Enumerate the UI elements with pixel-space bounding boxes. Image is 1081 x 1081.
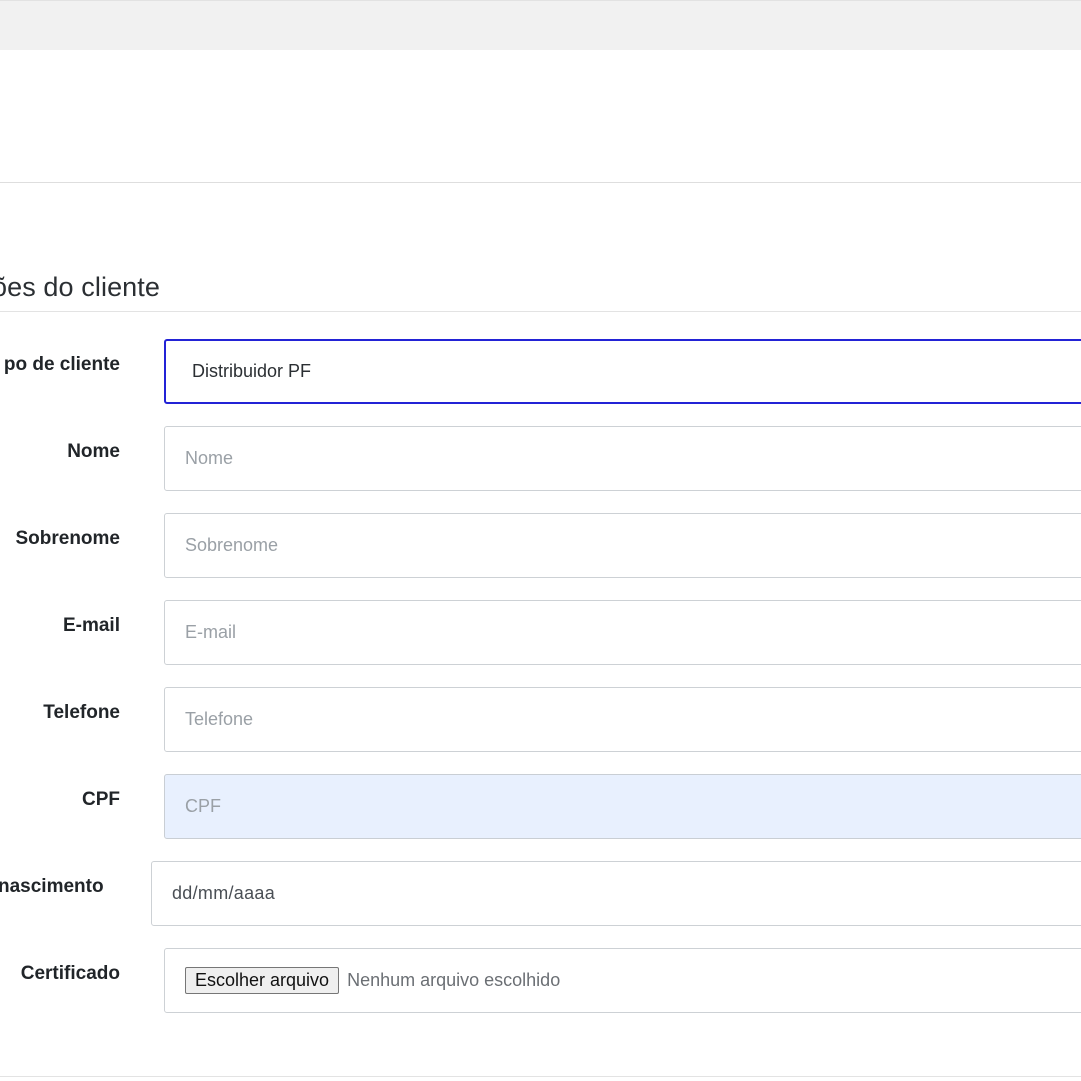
- nascimento-date-input[interactable]: dd/mm/aaaa: [151, 861, 1081, 926]
- sobrenome-label: Sobrenome: [15, 528, 120, 550]
- certificado-label: Certificado: [21, 963, 120, 985]
- tipo-cliente-selected-value: Distribuidor PF: [192, 361, 311, 382]
- section-title: ões do cliente: [0, 272, 160, 303]
- nascimento-label: nascimento: [0, 876, 104, 898]
- cpf-label: CPF: [82, 789, 120, 811]
- header-divider: [0, 182, 1081, 183]
- telefone-label: Telefone: [43, 702, 120, 724]
- file-status-text: Nenhum arquivo escolhido: [347, 970, 560, 991]
- nascimento-date-value: dd/mm/aaaa: [172, 883, 275, 904]
- cpf-input[interactable]: [164, 774, 1081, 839]
- footer-divider: [0, 1076, 1081, 1077]
- tipo-cliente-select[interactable]: Distribuidor PF: [164, 339, 1081, 404]
- email-label: E-mail: [63, 615, 120, 637]
- sobrenome-input[interactable]: [164, 513, 1081, 578]
- choose-file-button[interactable]: Escolher arquivo: [185, 967, 339, 994]
- nome-label: Nome: [67, 441, 120, 463]
- email-input[interactable]: [164, 600, 1081, 665]
- tipo-cliente-label: po de cliente: [4, 354, 120, 376]
- section-divider: [0, 311, 1081, 312]
- certificado-file-input[interactable]: Escolher arquivo Nenhum arquivo escolhid…: [164, 948, 1081, 1013]
- top-bar: [0, 0, 1081, 50]
- telefone-input[interactable]: [164, 687, 1081, 752]
- nome-input[interactable]: [164, 426, 1081, 491]
